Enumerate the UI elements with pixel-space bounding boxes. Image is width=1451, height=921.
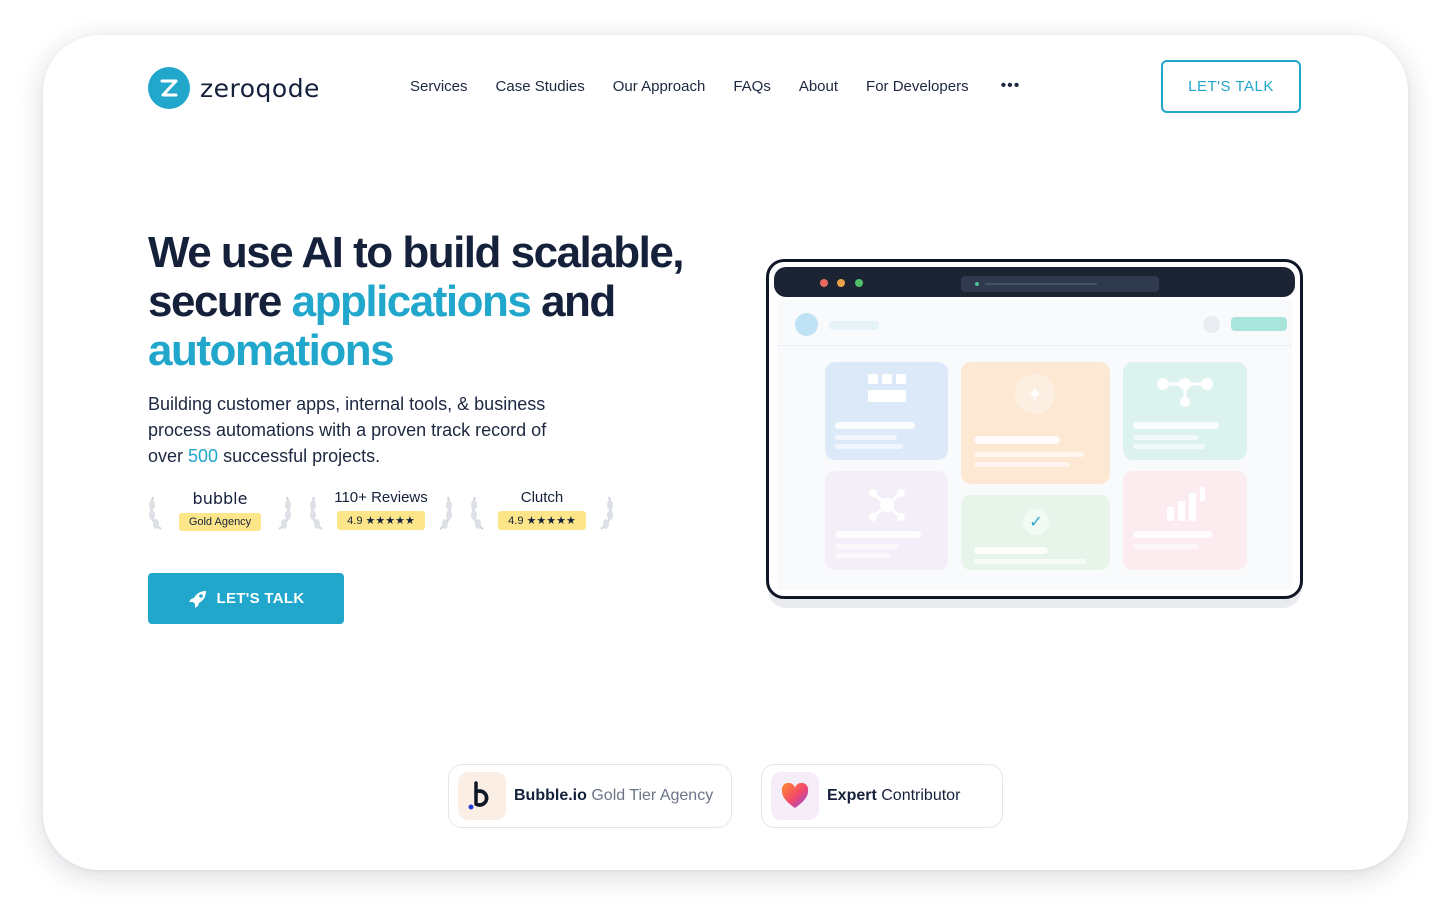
credential-bubble[interactable]: Bubble.io Gold Tier Agency [448,764,732,828]
mock-button [1231,317,1287,331]
logo[interactable]: zeroqode [148,67,320,109]
cta-label: LET'S TALK [216,590,305,607]
nav-lets-talk-button[interactable]: LET'S TALK [1161,60,1301,113]
headline-word: and [541,277,616,326]
headline-line-1: We use AI to build scalable, [148,228,685,277]
minimize-dot-icon [837,279,845,287]
mock-avatar-icon [795,313,818,336]
projects-count: 500 [188,446,219,466]
credential-text: Bubble.io Gold Tier Agency [514,787,713,805]
credential-text: Expert Contributor [827,787,960,805]
credential-muted: Contributor [881,787,961,804]
network-icon [1157,378,1213,407]
headline-accent: applications [291,277,532,326]
nav-services[interactable]: Services [410,78,468,95]
credential-strong: Bubble.io [514,787,587,804]
more-menu-icon[interactable]: ••• [1001,77,1021,95]
mock-card: ✓ [961,495,1110,570]
mock-url-bar [961,276,1159,292]
bubble-logo-icon [458,772,506,820]
zeroqode-logo-icon [148,67,190,109]
laurel-icon [149,496,162,530]
bar-chart-icon [1167,487,1205,521]
nav-faqs[interactable]: FAQs [733,78,771,95]
subtitle-line: Building customer apps, internal tools, … [148,394,546,414]
mock-card [825,471,948,570]
subtitle-text: over [148,446,184,466]
subtitle-line: process automations with a proven track … [148,420,547,440]
badge-title: bubble [192,489,248,508]
badge-title: Clutch [520,489,564,506]
close-dot-icon [820,279,828,287]
hero-headline: We use AI to build scalable, secure appl… [148,228,685,375]
mock-body: ✦ ✓ [777,300,1292,590]
nav-for-developers[interactable]: For Developers [866,78,969,95]
browser-window-icon: ✦ ✓ [766,259,1303,599]
headline-word: secure [148,277,282,326]
brand-name: zeroqode [200,73,320,103]
nav-about[interactable]: About [799,78,838,95]
laurel-icon [310,496,323,530]
badge-bubble: bubble Gold Agency [147,485,293,541]
credential-contributor[interactable]: Expert Contributor [761,764,1003,828]
nav-our-approach[interactable]: Our Approach [613,78,706,95]
badge-clutch: Clutch 4.9 ★★★★★ [469,485,615,541]
mock-card: ✦ [961,362,1110,484]
mock-title-line [829,321,879,330]
rocket-icon [188,590,206,608]
laurel-icon [278,496,291,530]
main-nav: Services Case Studies Our Approach FAQs … [410,77,1020,95]
laurel-icon [471,496,484,530]
rating-badges: bubble Gold Agency 110+ Reviews 4.9 ★★★★… [147,485,630,541]
badge-pill: 4.9 ★★★★★ [498,511,586,530]
subtitle-text: successful projects. [223,446,381,466]
sparkle-icon: ✦ [1015,374,1055,414]
laurel-icon [439,496,452,530]
maximize-dot-icon [855,279,863,287]
mock-user-icon [1203,316,1220,333]
check-icon: ✓ [1023,509,1049,535]
badge-pill: Gold Agency [178,513,262,531]
credential-strong: Expert [827,787,877,804]
badge-pill: 4.9 ★★★★★ [337,511,425,530]
badge-reviews: 110+ Reviews 4.9 ★★★★★ [308,485,454,541]
headline-accent: automations [148,326,395,375]
nav-case-studies[interactable]: Case Studies [496,78,585,95]
mock-title-bar [774,267,1295,297]
page-frame: zeroqode Services Case Studies Our Appro… [43,35,1408,870]
molecule-icon [869,489,905,521]
grid-icon [868,374,906,402]
mock-card [1123,471,1247,570]
mock-card [1123,362,1247,460]
mock-card [825,362,948,460]
hero-lets-talk-button[interactable]: LET'S TALK [148,573,344,624]
badge-title: 110+ Reviews [334,489,428,506]
heart-logo-icon [771,772,819,820]
hero-subtitle: Building customer apps, internal tools, … [148,391,588,469]
laurel-icon [600,496,613,530]
credential-muted: Gold Tier Agency [591,787,714,804]
